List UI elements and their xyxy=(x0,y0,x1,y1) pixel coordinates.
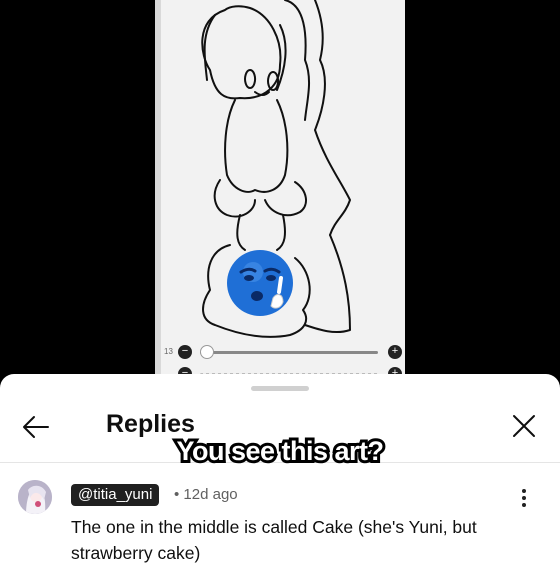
brush-size-increase-button[interactable]: + xyxy=(388,345,402,359)
drawing-canvas xyxy=(155,0,405,385)
avatar-image xyxy=(18,480,52,514)
canvas-edge xyxy=(155,0,161,385)
sketch-drawing xyxy=(201,0,351,338)
brush-size-slider[interactable]: 13 − + xyxy=(160,344,405,360)
more-options-button[interactable] xyxy=(516,487,532,509)
author-handle[interactable]: @titia_yuni xyxy=(71,484,160,506)
overlay-caption: You see this art? xyxy=(173,433,387,469)
brush-size-label: 13 xyxy=(164,347,173,356)
drag-handle[interactable] xyxy=(251,386,309,391)
video-player[interactable]: 13 − + − + xyxy=(0,0,560,385)
more-dot xyxy=(522,503,526,507)
sheet-title: Replies xyxy=(106,410,195,438)
brush-size-knob[interactable] xyxy=(200,345,214,359)
more-dot xyxy=(522,496,526,500)
more-dot xyxy=(522,489,526,493)
brush-size-decrease-button[interactable]: − xyxy=(178,345,192,359)
avatar[interactable] xyxy=(18,480,52,514)
reply-text: The one in the middle is called Cake (sh… xyxy=(71,517,477,563)
pleading-emoji-icon xyxy=(227,250,293,316)
reply-timestamp: • 12d ago xyxy=(174,486,238,503)
brush-size-track xyxy=(200,351,378,354)
